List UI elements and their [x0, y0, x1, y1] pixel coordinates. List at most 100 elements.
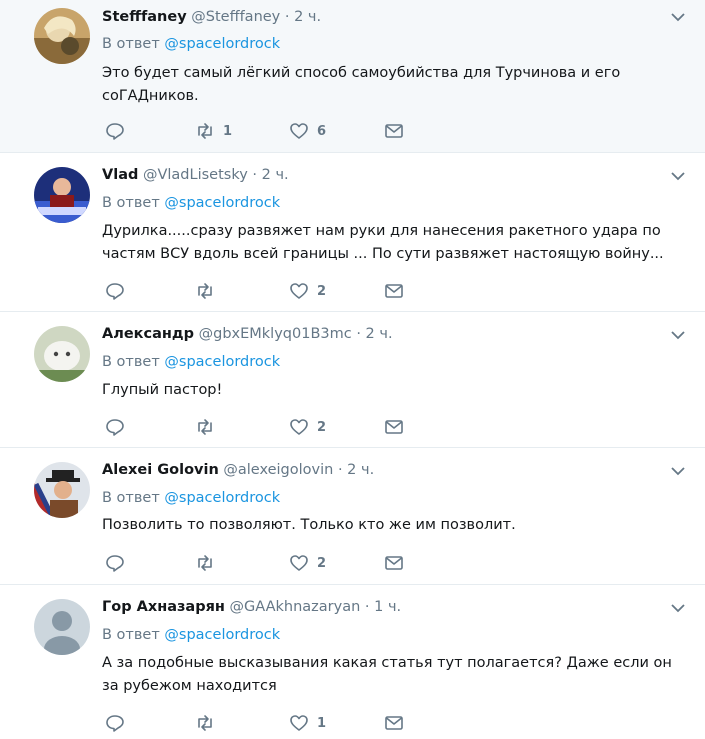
dm-button[interactable] — [384, 416, 404, 438]
like-button[interactable]: 2 — [289, 552, 326, 574]
tweet[interactable]: Stefffaney @Stefffaney · 2 ч. В ответ @s… — [0, 0, 705, 153]
chevron-down-icon[interactable] — [669, 462, 687, 480]
tweet-actions: 2 — [102, 552, 422, 574]
avatar[interactable] — [34, 8, 90, 64]
retweet-icon — [198, 555, 212, 571]
like-button[interactable]: 2 — [289, 280, 326, 302]
separator-dot: · — [356, 326, 361, 342]
avatar[interactable] — [34, 167, 90, 223]
reply-context: В ответ @spacelordrock — [102, 193, 280, 213]
reply-prefix: В ответ — [102, 195, 160, 211]
author-name[interactable]: Гор Ахназарян — [102, 599, 225, 615]
heart-icon — [290, 283, 308, 299]
tweet-actions: 2 — [102, 280, 422, 302]
retweet-button[interactable] — [195, 280, 223, 302]
retweet-icon — [198, 283, 212, 299]
retweet-icon — [198, 715, 212, 731]
tweet-time[interactable]: 2 ч. — [294, 9, 321, 25]
like-button[interactable]: 1 — [289, 712, 326, 734]
avatar[interactable] — [34, 326, 90, 382]
author-name[interactable]: Vlad — [102, 167, 138, 183]
chevron-down-icon[interactable] — [669, 599, 687, 617]
dm-button[interactable] — [384, 712, 404, 734]
retweet-button[interactable] — [195, 552, 223, 574]
tweet-time[interactable]: 2 ч. — [366, 326, 393, 342]
tweet-time[interactable]: 2 ч. — [262, 167, 289, 183]
retweet-button[interactable] — [195, 712, 223, 734]
like-count: 1 — [317, 715, 327, 731]
dm-button[interactable] — [384, 120, 404, 142]
reply-button[interactable] — [105, 712, 125, 734]
chevron-down-icon[interactable] — [669, 8, 687, 26]
tweet[interactable]: Alexei Golovin @alexeigolovin · 2 ч. В о… — [0, 448, 705, 585]
envelope-icon — [385, 420, 403, 434]
avatar[interactable] — [34, 462, 90, 518]
separator-dot: · — [337, 462, 343, 478]
tweet-header: Александр @gbxEMklyq01B3mc · 2 ч. — [102, 324, 393, 344]
tweet[interactable]: Vlad @VladLisetsky · 2 ч. В ответ @space… — [0, 153, 705, 312]
author-name[interactable]: Alexei Golovin — [102, 462, 219, 478]
reply-feed: Stefffaney @Stefffaney · 2 ч. В ответ @s… — [0, 0, 705, 739]
envelope-icon — [385, 124, 403, 138]
tweet-text: А за подобные высказывания какая статья … — [102, 655, 672, 694]
retweet-count: 1 — [223, 123, 233, 139]
dm-button[interactable] — [384, 280, 404, 302]
heart-icon — [290, 123, 308, 139]
reply-context: В ответ @spacelordrock — [102, 34, 280, 54]
envelope-icon — [385, 716, 403, 730]
reply-icon — [106, 283, 124, 300]
reply-icon — [106, 715, 124, 732]
tweet[interactable]: Гор Ахназарян @GAAkhnazaryan · 1 ч. В от… — [0, 585, 705, 739]
tweet-time[interactable]: 1 ч. — [374, 599, 401, 615]
retweet-icon — [198, 419, 212, 435]
reply-to-link[interactable]: @spacelordrock — [164, 36, 280, 52]
author-handle[interactable]: @gbxEMklyq01B3mc — [199, 326, 352, 342]
chevron-down-icon[interactable] — [669, 326, 687, 344]
like-count: 2 — [317, 555, 327, 571]
chevron-down-icon[interactable] — [669, 167, 687, 185]
author-handle[interactable]: @Stefffaney — [191, 9, 280, 25]
tweet-text: Глупый пастор! — [102, 382, 223, 398]
dm-button[interactable] — [384, 552, 404, 574]
reply-prefix: В ответ — [102, 36, 160, 52]
author-name[interactable]: Александр — [102, 326, 194, 342]
avatar[interactable] — [34, 599, 90, 655]
author-handle[interactable]: @VladLisetsky — [143, 167, 248, 183]
separator-dot: · — [284, 9, 290, 25]
like-count: 2 — [317, 419, 327, 435]
retweet-button[interactable] — [195, 416, 223, 438]
author-handle[interactable]: @GAAkhnazaryan — [230, 599, 361, 615]
reply-context: В ответ @spacelordrock — [102, 488, 280, 508]
tweet-actions: 1 6 — [102, 120, 422, 142]
retweet-button[interactable]: 1 — [195, 120, 232, 142]
tweet-header: Vlad @VladLisetsky · 2 ч. — [102, 165, 289, 185]
like-button[interactable]: 6 — [289, 120, 326, 142]
reply-button[interactable] — [105, 280, 125, 302]
tweet[interactable]: Александр @gbxEMklyq01B3mc · 2 ч. В отве… — [0, 312, 705, 448]
reply-button[interactable] — [105, 120, 125, 142]
reply-to-link[interactable]: @spacelordrock — [164, 627, 280, 643]
retweet-icon — [198, 123, 212, 139]
separator-dot: · — [252, 167, 258, 183]
reply-button[interactable] — [105, 552, 125, 574]
reply-context: В ответ @spacelordrock — [102, 625, 280, 645]
author-handle[interactable]: @alexeigolovin — [223, 462, 333, 478]
reply-prefix: В ответ — [102, 490, 160, 506]
tweet-header: Stefffaney @Stefffaney · 2 ч. — [102, 7, 321, 27]
envelope-icon — [385, 556, 403, 570]
author-name[interactable]: Stefffaney — [102, 9, 187, 25]
tweet-text: Дурилка.....сразу развяжет нам руки для … — [102, 223, 664, 262]
reply-icon — [106, 419, 124, 436]
reply-to-link[interactable]: @spacelordrock — [164, 490, 280, 506]
reply-prefix: В ответ — [102, 627, 160, 643]
like-button[interactable]: 2 — [289, 416, 326, 438]
like-count: 6 — [317, 123, 327, 139]
reply-to-link[interactable]: @spacelordrock — [164, 195, 280, 211]
reply-prefix: В ответ — [102, 354, 160, 370]
tweet-time[interactable]: 2 ч. — [347, 462, 374, 478]
reply-to-link[interactable]: @spacelordrock — [164, 354, 280, 370]
tweet-text: Позволить то позволяют. Только кто же им… — [102, 517, 516, 533]
reply-icon — [106, 123, 124, 140]
tweet-header: Alexei Golovin @alexeigolovin · 2 ч. — [102, 460, 374, 480]
reply-button[interactable] — [105, 416, 125, 438]
